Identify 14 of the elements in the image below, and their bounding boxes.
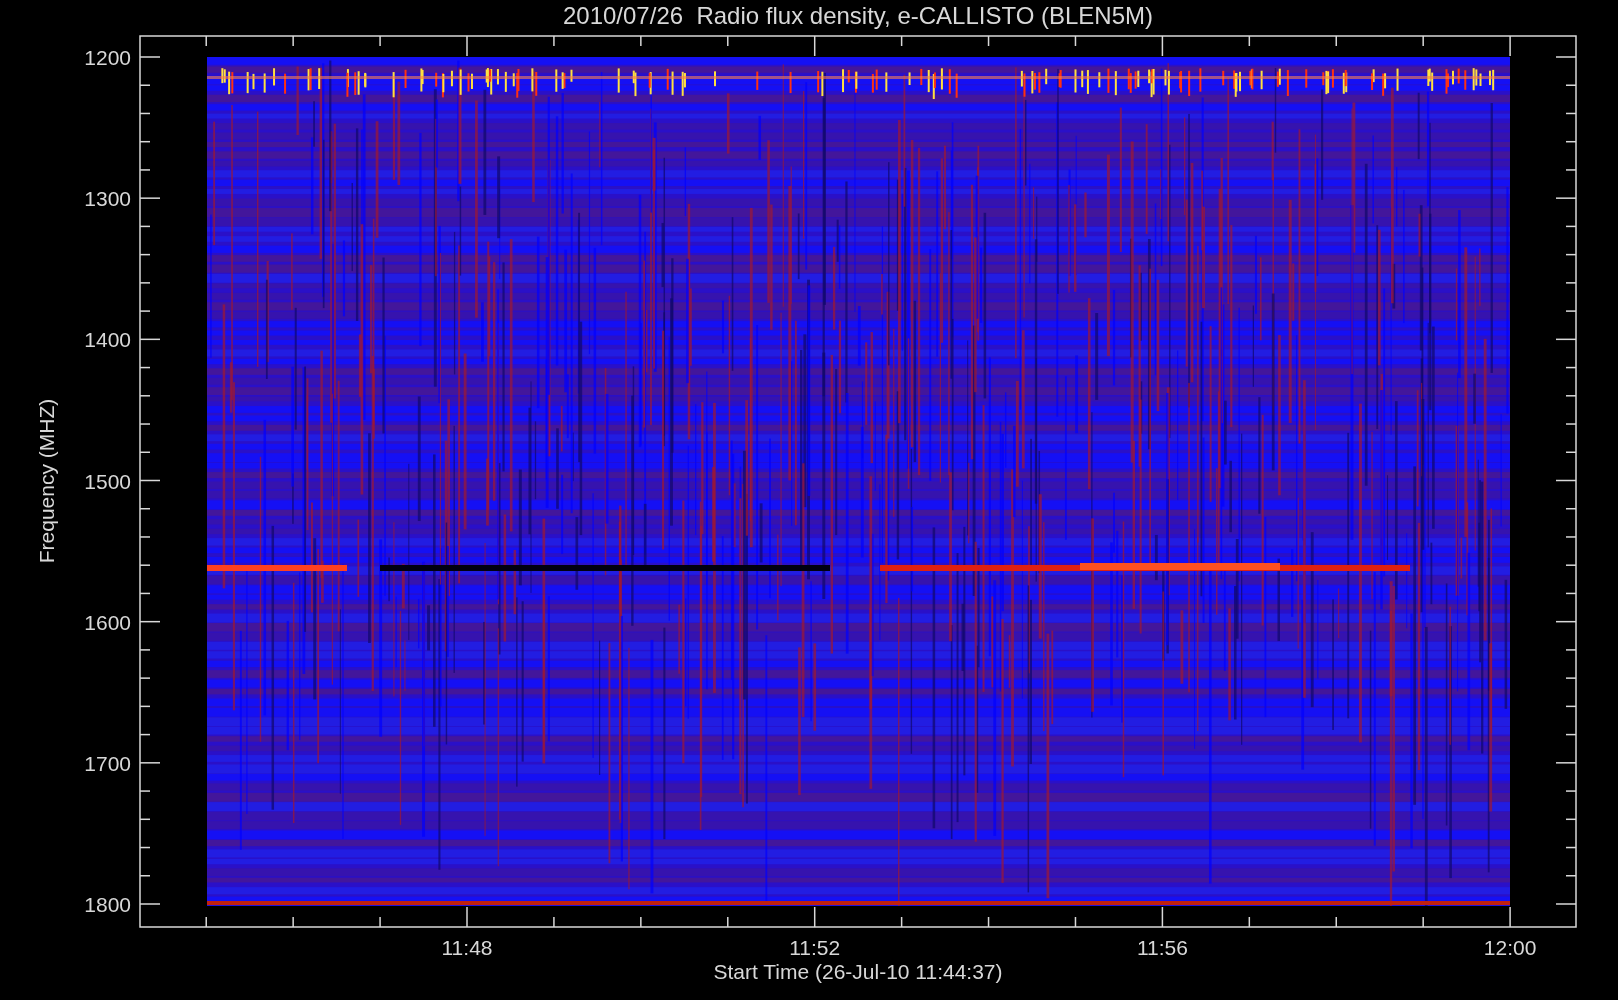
y-tick-label: 1600 [84, 610, 131, 634]
chart-title: 2010/07/26 Radio flux density, e-CALLISTO (BLEN5M) [562, 2, 1154, 29]
y-tick-label: 1300 [84, 187, 131, 211]
y-tick-label: 1200 [84, 46, 131, 69]
y-tick-label: 1700 [84, 751, 131, 775]
x-axis-label: Start Time (26-Jul-10 11:44:37) [713, 960, 1003, 983]
y-tick-label: 1400 [84, 328, 131, 352]
y-tick-label: 1500 [84, 469, 131, 493]
x-tick-label: 11:56 [1136, 936, 1188, 959]
x-tick-label: 11:52 [789, 936, 841, 959]
y-tick-label: 1800 [84, 893, 131, 916]
x-tick-label: 11:48 [441, 936, 493, 959]
y-axis-label: Frequency (MHZ) [35, 398, 58, 564]
x-tick-label: 12:00 [1483, 936, 1537, 959]
